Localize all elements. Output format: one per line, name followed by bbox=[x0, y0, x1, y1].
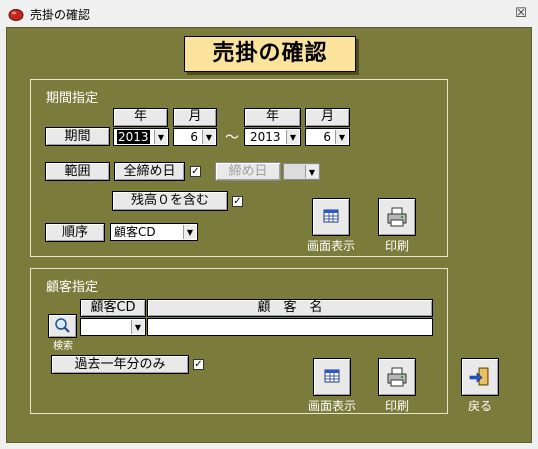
to-year-value: 2013 bbox=[250, 130, 281, 144]
close-icon[interactable]: ☒ bbox=[511, 4, 531, 24]
to-month-header: 月 bbox=[305, 108, 350, 127]
period-button[interactable]: 期間 bbox=[45, 127, 110, 146]
display-button[interactable] bbox=[312, 198, 350, 236]
customer-name-field[interactable] bbox=[147, 318, 433, 336]
range-separator: 〜 bbox=[225, 130, 239, 146]
range-button[interactable]: 範囲 bbox=[45, 162, 110, 181]
display-caption: 画面表示 bbox=[306, 239, 355, 253]
to-month-value: 6 bbox=[323, 130, 331, 144]
screen-display-icon bbox=[323, 209, 339, 223]
window-title: 売掛の確認 bbox=[30, 8, 91, 22]
to-year-select[interactable]: 2013 ▼ bbox=[244, 128, 301, 146]
to-year-header: 年 bbox=[244, 108, 301, 127]
include-zero-balance-checkbox[interactable]: ✓ bbox=[232, 196, 243, 207]
order-value: 顧客CD bbox=[114, 225, 156, 239]
chevron-down-icon[interactable]: ▼ bbox=[131, 320, 144, 334]
customer-print-button[interactable] bbox=[378, 358, 416, 396]
period-group-label: 期間指定 bbox=[46, 91, 99, 106]
customer-cd-select[interactable]: ▼ bbox=[80, 318, 146, 336]
from-year-select[interactable]: 2013 ▼ bbox=[113, 128, 169, 146]
to-month-select[interactable]: 6 ▼ bbox=[305, 128, 350, 146]
chevron-down-icon[interactable]: ▼ bbox=[183, 225, 196, 239]
printer-icon bbox=[387, 207, 407, 227]
chevron-down-icon[interactable]: ▼ bbox=[154, 130, 167, 144]
closing-day-select: ▼ bbox=[283, 163, 320, 180]
from-month-select[interactable]: 6 ▼ bbox=[173, 128, 217, 146]
all-closing-checkbox[interactable]: ✓ bbox=[190, 166, 201, 177]
order-select[interactable]: 顧客CD ▼ bbox=[110, 223, 198, 241]
printer-icon bbox=[387, 367, 407, 387]
all-closing-button[interactable]: 全締め日 bbox=[114, 162, 185, 181]
order-button[interactable]: 順序 bbox=[45, 223, 105, 242]
customer-display-caption: 画面表示 bbox=[307, 399, 356, 413]
customer-display-button[interactable] bbox=[313, 358, 351, 396]
customer-print-caption: 印刷 bbox=[384, 399, 409, 413]
from-year-header: 年 bbox=[113, 108, 168, 127]
closing-day-button: 締め日 bbox=[215, 162, 281, 181]
magnifier-icon bbox=[55, 318, 70, 333]
customer-group-label: 顧客指定 bbox=[46, 280, 99, 295]
customer-cd-header: 顧客CD bbox=[80, 299, 146, 317]
back-caption: 戻る bbox=[467, 399, 492, 413]
exit-door-icon bbox=[469, 367, 489, 386]
customer-name-header: 顧 客 名 bbox=[147, 299, 433, 317]
chevron-down-icon: ▼ bbox=[305, 165, 318, 178]
chevron-down-icon[interactable]: ▼ bbox=[335, 130, 348, 144]
past-year-only-button[interactable]: 過去一年分のみ bbox=[51, 355, 189, 374]
search-caption: 検索 bbox=[53, 341, 73, 352]
app-icon bbox=[8, 9, 24, 21]
include-zero-balance-button[interactable]: 残高０を含む bbox=[112, 191, 228, 211]
print-button[interactable] bbox=[378, 198, 416, 236]
from-year-value: 2013 bbox=[117, 130, 150, 144]
print-caption: 印刷 bbox=[384, 239, 409, 253]
screen-display-icon bbox=[324, 369, 340, 383]
from-month-value: 6 bbox=[190, 130, 198, 144]
page-title: 売掛の確認 bbox=[184, 36, 356, 72]
search-button[interactable] bbox=[48, 314, 77, 338]
past-year-only-checkbox[interactable]: ✓ bbox=[193, 359, 204, 370]
chevron-down-icon[interactable]: ▼ bbox=[286, 130, 299, 144]
back-button[interactable] bbox=[461, 358, 499, 396]
chevron-down-icon[interactable]: ▼ bbox=[202, 130, 215, 144]
from-month-header: 月 bbox=[173, 108, 217, 127]
